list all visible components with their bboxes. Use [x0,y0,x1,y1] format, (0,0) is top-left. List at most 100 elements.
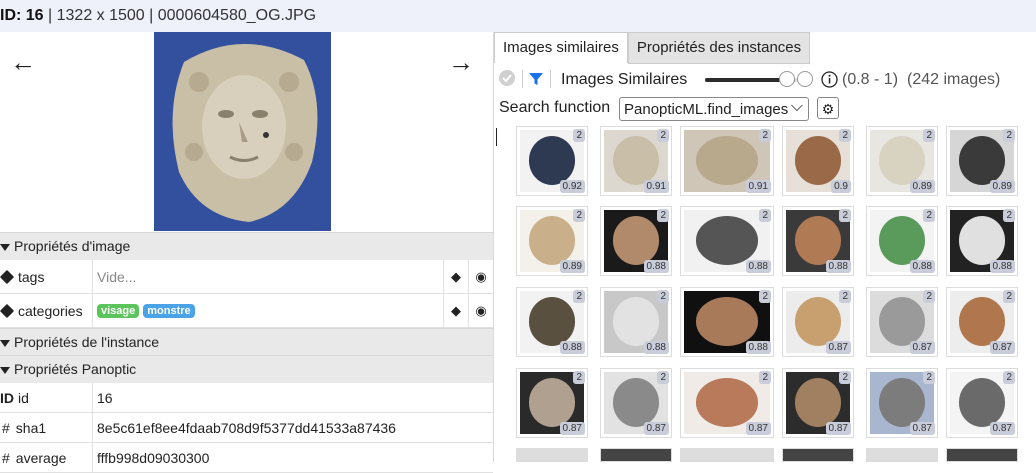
similar-image-thumbnail[interactable]: 2 0.88 [680,206,774,276]
tag-icon [0,303,15,318]
search-function-row: Search function PanopticML.find_images ⌵… [494,96,1036,122]
instance-properties-section[interactable]: Propriétés de l'instance [0,328,493,356]
settings-gear-icon[interactable]: ⚙ [817,97,839,119]
similar-image-thumbnail[interactable]: 2 0.89 [516,206,588,276]
instance-count-badge: 2 [1003,209,1015,222]
similarity-score-badge: 0.89 [989,180,1015,193]
instance-count-badge: 2 [1003,290,1015,303]
similar-image-thumbnail[interactable]: 2 0.9 [782,126,854,196]
artifact-shape [696,378,758,427]
text-cursor [496,128,497,146]
similar-image-thumbnail-partial[interactable] [866,448,938,462]
previous-image-arrow-icon[interactable]: ← [10,49,40,75]
similar-image-thumbnail[interactable]: 2 0.87 [866,368,938,438]
similarity-score-badge: 0.88 [559,341,585,354]
property-label: average [15,449,67,466]
similar-image-thumbnail[interactable]: 2 0.89 [866,126,938,196]
similar-image-thumbnail[interactable]: 2 0.87 [866,287,938,357]
category-pill[interactable]: visage [97,303,140,318]
similar-image-thumbnail[interactable]: 2 0.88 [516,287,588,357]
instance-count-badge: 2 [839,209,851,222]
section-title: Propriétés d'image [14,238,131,254]
tab-proprietes-instances[interactable]: Propriétés des instances [627,32,811,64]
id-label: ID: [0,7,22,24]
similar-image-thumbnail[interactable]: 2 0.88 [600,287,672,357]
instance-count-badge: 2 [923,209,935,222]
threshold-slider[interactable] [705,71,813,87]
artifact-shape [794,136,842,185]
similar-image-thumbnail-partial[interactable] [600,448,672,462]
check-circle-icon[interactable] [498,69,516,87]
tab-bar: Images similaires Propriétés des instanc… [494,32,811,64]
artifact-shape [528,378,576,427]
threshold-range: (0.8 - 1) [842,71,899,88]
artifact-shape [528,297,576,346]
main-image-preview [154,32,331,231]
slider-knob-upper[interactable] [797,71,813,87]
artifact-shape [612,136,660,185]
id-type-icon: ID [0,389,14,406]
artifact-shape [794,297,842,346]
similar-image-thumbnail[interactable]: 2 0.92 [516,126,588,196]
tab-images-similaires[interactable]: Images similaires [494,32,628,63]
info-icon[interactable] [821,71,838,88]
similar-image-thumbnail[interactable]: 2 0.89 [946,126,1018,196]
filter-icon[interactable] [528,71,544,87]
similar-image-thumbnail[interactable]: 2 0.87 [946,368,1018,438]
tags-input[interactable]: Vide... [97,260,136,293]
instance-count-badge: 2 [573,290,585,303]
property-row-id: ID id 16 [0,383,493,413]
similarity-score-badge: 0.88 [825,260,851,273]
collapse-triangle-icon [0,366,10,374]
search-function-select[interactable]: PanopticML.find_images ⌵ [619,97,809,121]
artifact-shape [958,378,1006,427]
similar-image-thumbnail[interactable]: 2 0.91 [680,126,774,196]
similar-image-thumbnail[interactable]: 2 0.87 [516,368,588,438]
similar-image-thumbnail[interactable]: 2 0.87 [600,368,672,438]
collapse-triangle-icon [0,243,10,251]
eye-icon[interactable]: ◉ [468,260,493,293]
similar-image-thumbnail[interactable]: 2 0.87 [782,368,854,438]
property-value: 16 [97,389,113,406]
slider-knob-lower[interactable] [779,71,795,87]
similar-image-thumbnail[interactable]: 2 0.87 [680,368,774,438]
similarity-score-badge: 0.89 [559,260,585,273]
artifact-shape [612,297,660,346]
search-function-value: PanopticML.find_images [624,101,789,118]
similarity-score-badge: 0.91 [745,180,771,193]
artifact-shape [528,216,576,265]
instance-count-badge: 2 [759,290,771,303]
similarity-score-badge: 0.87 [909,341,935,354]
section-title: Propriétés de l'instance [14,334,160,350]
similar-image-thumbnail[interactable]: 2 0.88 [600,206,672,276]
instance-count-badge: 2 [657,290,669,303]
similarity-score-badge: 0.87 [825,422,851,435]
similar-image-thumbnail[interactable]: 2 0.88 [866,206,938,276]
similar-image-thumbnail-partial[interactable] [516,448,588,462]
similar-image-thumbnail[interactable]: 2 0.88 [782,206,854,276]
similar-image-thumbnail-partial[interactable] [680,448,774,462]
eye-icon[interactable]: ◉ [468,294,493,327]
image-filename: 0000604580_OG.JPG [157,7,317,24]
category-pill[interactable]: monstre [143,303,195,318]
similar-image-thumbnail-partial[interactable] [782,448,854,462]
artifact-shape [612,216,660,265]
paint-bucket-icon[interactable]: ◆ [443,260,468,293]
header-separator: | [144,7,158,24]
image-properties-section[interactable]: Propriétés d'image [0,232,493,260]
paint-bucket-icon[interactable]: ◆ [443,294,468,327]
panoptic-properties-section[interactable]: Propriétés Panoptic [0,355,493,383]
artifact-shape [958,216,1006,265]
similar-image-thumbnail[interactable]: 2 0.88 [946,206,1018,276]
similar-image-thumbnail[interactable]: 2 0.87 [946,287,1018,357]
next-image-arrow-icon[interactable]: → [448,49,478,75]
similar-image-thumbnail[interactable]: 2 0.91 [600,126,672,196]
artifact-shape [528,136,576,185]
similar-image-thumbnail-partial[interactable] [946,448,1018,462]
categories-values[interactable]: visage monstre [97,294,199,327]
property-label: sha1 [15,419,47,436]
hash-type-icon: # [2,419,10,436]
similar-images-toolbar: Images Similaires (0.8 - 1) (242 images) [494,66,1036,94]
similar-image-thumbnail[interactable]: 2 0.87 [782,287,854,357]
similar-image-thumbnail[interactable]: 2 0.88 [680,287,774,357]
